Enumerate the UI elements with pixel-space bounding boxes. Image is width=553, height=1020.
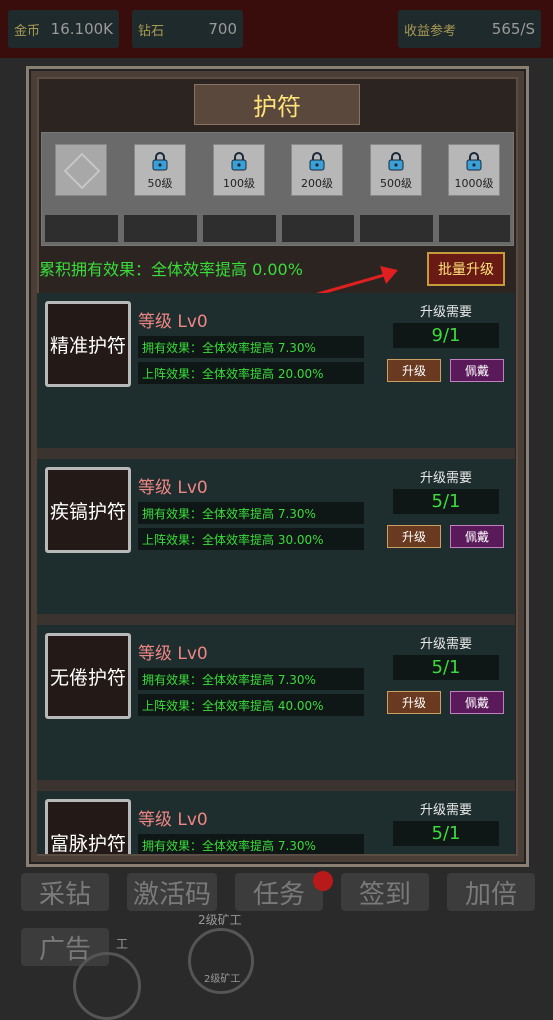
lock-icon: [309, 152, 325, 171]
activation-code-button[interactable]: 激活码: [127, 873, 217, 911]
card-divider: [37, 614, 515, 625]
amulet-slot-500[interactable]: 500级: [370, 144, 422, 196]
amulet-level: 等级 Lv0: [138, 810, 208, 830]
lock-icon: [388, 152, 404, 171]
own-effect: 拥有效果：全体效率提高 7.30%: [138, 502, 364, 524]
bulk-upgrade-button[interactable]: 批量升级: [427, 252, 505, 286]
lock-icon: [466, 152, 482, 171]
card-divider: [37, 780, 515, 791]
amulet-name[interactable]: 富脉护符: [45, 799, 131, 854]
card-divider: [37, 448, 515, 459]
miner-avatar-2[interactable]: [73, 952, 141, 1020]
amulet-level: 等级 Lv0: [138, 312, 208, 332]
deploy-effect: 上阵效果：全体效率提高 30.00%: [138, 528, 364, 550]
diamond-label: 钻石: [138, 23, 165, 39]
diamond-display: 钻石 700: [132, 10, 243, 48]
upgrade-need-label: 升级需要: [419, 471, 472, 486]
upgrade-need-count: 5/1: [393, 489, 499, 514]
miner-label: 2级矿工: [198, 913, 242, 927]
amulet-name[interactable]: 无倦护符: [45, 633, 131, 719]
slot-level-label: 100级: [223, 177, 255, 190]
slot-name-bar: [439, 215, 510, 242]
income-display: 收益参考 565/S: [398, 10, 541, 48]
diamond-value: 700: [208, 20, 237, 38]
slot-name-bar: [203, 215, 276, 242]
upgrade-need-label: 升级需要: [419, 637, 472, 652]
amulet-list[interactable]: 精准护符 等级 Lv0 拥有效果：全体效率提高 7.30% 上阵效果：全体效率提…: [37, 293, 515, 854]
income-label: 收益参考: [404, 23, 457, 39]
miner-label-partial: 工: [116, 937, 129, 951]
gold-label: 金币: [14, 23, 41, 39]
amulet-slot-50[interactable]: 50级: [134, 144, 186, 196]
own-effect: 拥有效果：全体效率提高 7.30%: [138, 668, 364, 690]
gold-value: 16.100K: [50, 20, 113, 38]
resource-bar: 金币 16.100K 钻石 700 收益参考 565/S: [0, 0, 553, 58]
upgrade-button[interactable]: 升级: [387, 525, 441, 548]
upgrade-need-count: 5/1: [393, 655, 499, 680]
slot-name-bar: [45, 215, 118, 242]
amulet-card: 富脉护符 等级 Lv0 拥有效果：全体效率提高 7.30% 升级需要 5/1: [37, 791, 515, 854]
deploy-effect: 上阵效果：全体效率提高 40.00%: [138, 694, 364, 716]
amulet-slot-100[interactable]: 100级: [213, 144, 265, 196]
double-button[interactable]: 加倍: [447, 873, 535, 911]
empty-slot-icon: [63, 152, 101, 190]
notification-dot: [313, 871, 333, 891]
amulet-card: 疾镐护符 等级 Lv0 拥有效果：全体效率提高 7.30% 上阵效果：全体效率提…: [37, 459, 515, 625]
amulet-card: 精准护符 等级 Lv0 拥有效果：全体效率提高 7.30% 上阵效果：全体效率提…: [37, 293, 515, 459]
cumulative-effect-text: 累积拥有效果：全体效率提高 0.00%: [39, 260, 303, 279]
upgrade-button[interactable]: 升级: [387, 359, 441, 382]
own-effect: 拥有效果：全体效率提高 7.30%: [138, 336, 364, 358]
slot-level-label: 50级: [147, 177, 173, 190]
panel-title: 护符: [194, 84, 360, 125]
amulet-slot-1000[interactable]: 1000级: [448, 144, 500, 196]
slot-level-label: 500级: [380, 177, 412, 190]
slot-name-bar: [124, 215, 197, 242]
amulet-card: 无倦护符 等级 Lv0 拥有效果：全体效率提高 7.30% 上阵效果：全体效率提…: [37, 625, 515, 791]
own-effect: 拥有效果：全体效率提高 7.30%: [138, 834, 364, 854]
tasks-button[interactable]: 任务: [235, 873, 323, 911]
equip-button[interactable]: 佩戴: [450, 691, 504, 714]
mine-diamond-button[interactable]: 采钻: [21, 873, 109, 911]
upgrade-need-label: 升级需要: [419, 305, 472, 320]
check-in-button[interactable]: 签到: [341, 873, 429, 911]
slot-level-label: 200级: [301, 177, 333, 190]
amulet-slot-1[interactable]: [55, 144, 107, 196]
equip-button[interactable]: 佩戴: [450, 359, 504, 382]
income-value: 565/S: [491, 20, 535, 38]
amulet-level: 等级 Lv0: [138, 478, 208, 498]
lock-icon: [152, 152, 168, 171]
upgrade-need-label: 升级需要: [419, 803, 472, 818]
amulet-slot-200[interactable]: 200级: [291, 144, 343, 196]
lock-icon: [231, 152, 247, 171]
equip-button[interactable]: 佩戴: [450, 525, 504, 548]
slot-name-bar: [360, 215, 433, 242]
slot-level-label: 1000级: [454, 177, 494, 190]
upgrade-button[interactable]: 升级: [387, 691, 441, 714]
upgrade-need-count: 9/1: [393, 323, 499, 348]
deploy-effect: 上阵效果：全体效率提高 20.00%: [138, 362, 364, 384]
upgrade-need-count: 5/1: [393, 821, 499, 846]
slot-name-bar: [282, 215, 354, 242]
amulet-name[interactable]: 疾镐护符: [45, 467, 131, 553]
gold-display: 金币 16.100K: [8, 10, 119, 48]
amulet-level: 等级 Lv0: [138, 644, 208, 664]
amulet-name[interactable]: 精准护符: [45, 301, 131, 387]
